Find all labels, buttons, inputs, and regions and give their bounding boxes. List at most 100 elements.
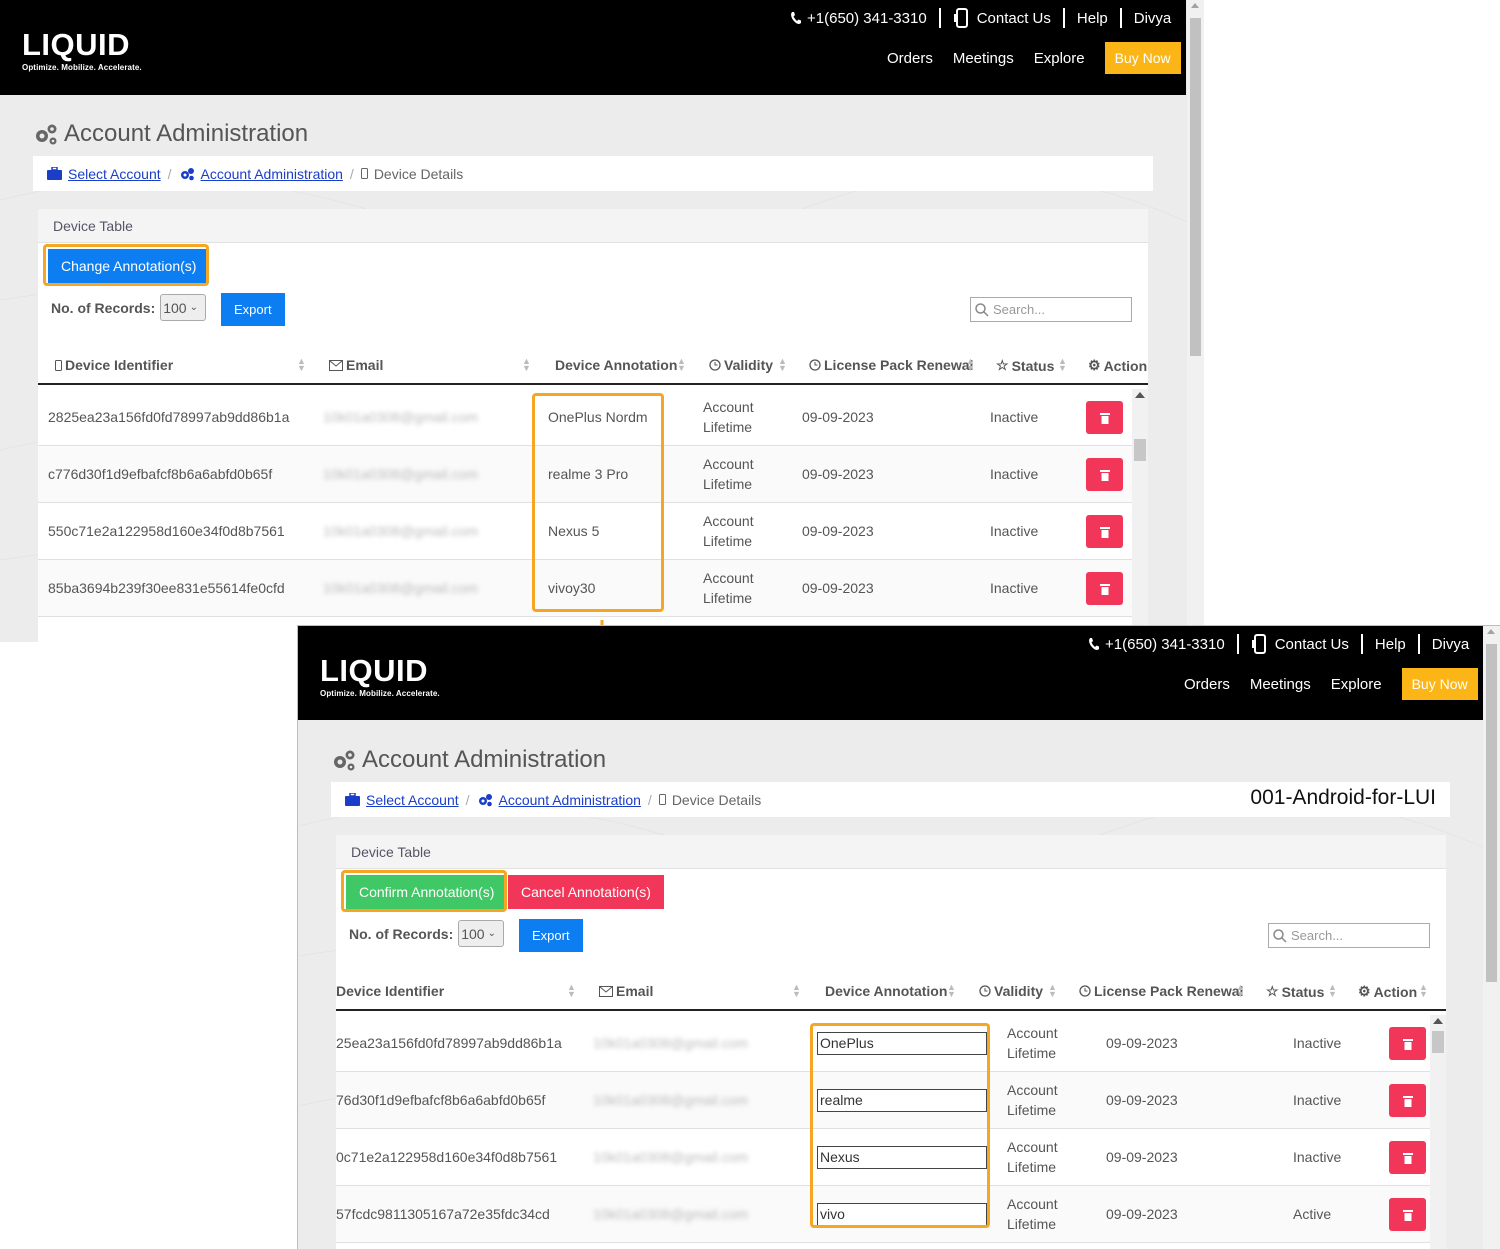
sort-icon[interactable]: ▲ ▼ (1236, 983, 1245, 999)
th-status[interactable]: ☆ Status (996, 357, 1054, 374)
page-scrollbar[interactable] (1483, 626, 1500, 1249)
records-control: No. of Records: 100 ⌄ (349, 920, 505, 947)
delete-button[interactable] (1389, 1084, 1426, 1117)
validity-line1: Account (703, 399, 754, 415)
validity-line2: Lifetime (703, 476, 753, 492)
records-select[interactable]: 100 ⌄ (160, 294, 207, 321)
validity-line1: Account (1007, 1025, 1058, 1041)
scroll-thumb[interactable] (1134, 439, 1146, 461)
records-label: No. of Records: (51, 299, 156, 316)
export-button[interactable]: Export (519, 919, 583, 952)
help-link[interactable]: Help (1077, 10, 1108, 27)
star-icon: ☆ (1266, 983, 1279, 999)
status: Inactive (990, 466, 1039, 482)
th-label: Device Annotation (555, 357, 678, 373)
th-device-annotation[interactable]: Device Annotation (825, 983, 947, 999)
records-select[interactable]: 100 ⌄ (458, 920, 505, 947)
th-device-identifier[interactable]: Device Identifier (55, 357, 173, 373)
phone-number[interactable]: +1(650) 341-3310 (1105, 636, 1225, 653)
buy-now-button[interactable]: Buy Now (1401, 668, 1478, 700)
th-device-annotation[interactable]: Device Annotation (555, 357, 677, 373)
table-scrollbar[interactable] (1132, 389, 1148, 642)
renewal-date: 09-09-2023 (1106, 1206, 1178, 1222)
breadcrumb-select-account[interactable]: Select Account (366, 792, 459, 808)
validity-line2: Lifetime (1007, 1216, 1057, 1232)
sort-icon[interactable]: ▲ ▼ (1058, 357, 1067, 373)
nav-explore[interactable]: Explore (1331, 676, 1382, 693)
sort-icon[interactable]: ▲ ▼ (1048, 983, 1057, 999)
scroll-up-arrow-icon[interactable] (1433, 1018, 1443, 1024)
th-validity[interactable]: Validity (979, 983, 1043, 999)
sort-icon[interactable]: ▲ ▼ (1328, 983, 1337, 999)
delete-button[interactable] (1086, 401, 1123, 434)
delete-button[interactable] (1086, 515, 1123, 548)
help-link[interactable]: Help (1375, 636, 1406, 653)
delete-button[interactable] (1086, 572, 1123, 605)
scroll-up-arrow-icon[interactable] (1487, 629, 1495, 634)
sort-icon[interactable]: ▲ ▼ (522, 357, 531, 373)
email: 10k01a0308@gmail.com (323, 409, 479, 425)
breadcrumb-account-admin[interactable]: Account Administration (499, 792, 641, 808)
scroll-up-arrow-icon[interactable] (1191, 3, 1199, 8)
delete-button[interactable] (1389, 1141, 1426, 1174)
th-validity[interactable]: Validity (709, 357, 773, 373)
scroll-up-arrow-icon[interactable] (1135, 392, 1145, 398)
search-input[interactable]: Search... (970, 297, 1132, 322)
sort-icon[interactable]: ▲ ▼ (1419, 983, 1428, 999)
screenshot-before: LIQUID Optimize. Mobilize. Accelerate. +… (0, 0, 1204, 642)
status: Active (1293, 1206, 1332, 1222)
delete-button[interactable] (1086, 458, 1123, 491)
breadcrumb-account-admin[interactable]: Account Administration (201, 166, 343, 182)
clock-icon (709, 359, 721, 371)
cancel-annotation-button[interactable]: Cancel Annotation(s) (508, 875, 664, 909)
scroll-thumb[interactable] (1486, 644, 1497, 982)
divider (1236, 634, 1239, 654)
search-input[interactable]: Search... (1268, 923, 1430, 948)
breadcrumb-device-details: Device Details (671, 791, 762, 808)
nav-meetings[interactable]: Meetings (1250, 676, 1311, 693)
scroll-thumb[interactable] (1432, 1031, 1444, 1053)
contact-us-link[interactable]: Contact Us (1275, 636, 1349, 653)
sort-icon[interactable]: ▲ ▼ (297, 357, 306, 373)
sort-icon[interactable]: ▲ ▼ (778, 357, 787, 373)
th-email[interactable]: Email (329, 357, 383, 373)
page-scrollbar[interactable] (1187, 0, 1204, 642)
validity: Account Lifetime (1007, 1072, 1077, 1128)
trash-icon (1402, 1209, 1413, 1221)
highlight-box (341, 870, 507, 912)
scroll-thumb[interactable] (1190, 18, 1201, 356)
sort-icon[interactable]: ▲ ▼ (947, 983, 956, 999)
phone-number[interactable]: +1(650) 341-3310 (807, 10, 927, 27)
delete-button[interactable] (1389, 1027, 1426, 1060)
nav-orders[interactable]: Orders (1184, 676, 1230, 693)
sort-icon[interactable]: ▲ ▼ (677, 357, 686, 373)
liquid-logo[interactable]: LIQUID Optimize. Mobilize. Accelerate. (320, 654, 440, 699)
user-name[interactable]: Divya (1134, 10, 1172, 27)
th-email[interactable]: Email (599, 983, 653, 999)
buy-now-button[interactable]: Buy Now (1104, 42, 1181, 74)
nav-orders[interactable]: Orders (887, 50, 933, 67)
table-scrollbar[interactable] (1430, 1015, 1446, 1249)
email: 10k01a0308@gmail.com (593, 1149, 749, 1165)
page-title-text: Account Administration (64, 120, 309, 147)
records-value: 100 (163, 299, 187, 316)
nav-meetings[interactable]: Meetings (953, 50, 1014, 67)
th-status[interactable]: ☆ Status (1266, 983, 1324, 1000)
divider (1417, 634, 1420, 654)
delete-button[interactable] (1389, 1198, 1426, 1231)
sort-icon[interactable]: ▲ ▼ (567, 983, 576, 999)
nav-explore[interactable]: Explore (1034, 50, 1085, 67)
th-license-renewal[interactable]: License Pack Renewal (809, 357, 973, 373)
breadcrumb: Select Account / Account Administration … (33, 156, 1153, 191)
validity-line1: Account (703, 456, 754, 472)
breadcrumb-select-account[interactable]: Select Account (68, 166, 161, 182)
liquid-logo[interactable]: LIQUID Optimize. Mobilize. Accelerate. (22, 28, 142, 73)
user-name[interactable]: Divya (1432, 636, 1470, 653)
th-license-renewal[interactable]: License Pack Renewal (1079, 983, 1243, 999)
status: Inactive (990, 409, 1039, 425)
sort-icon[interactable]: ▲ ▼ (792, 983, 801, 999)
export-button[interactable]: Export (221, 293, 285, 326)
sort-icon[interactable]: ▲ ▼ (966, 357, 975, 373)
th-device-identifier[interactable]: Device Identifier (336, 983, 444, 999)
contact-us-link[interactable]: Contact Us (977, 10, 1051, 27)
